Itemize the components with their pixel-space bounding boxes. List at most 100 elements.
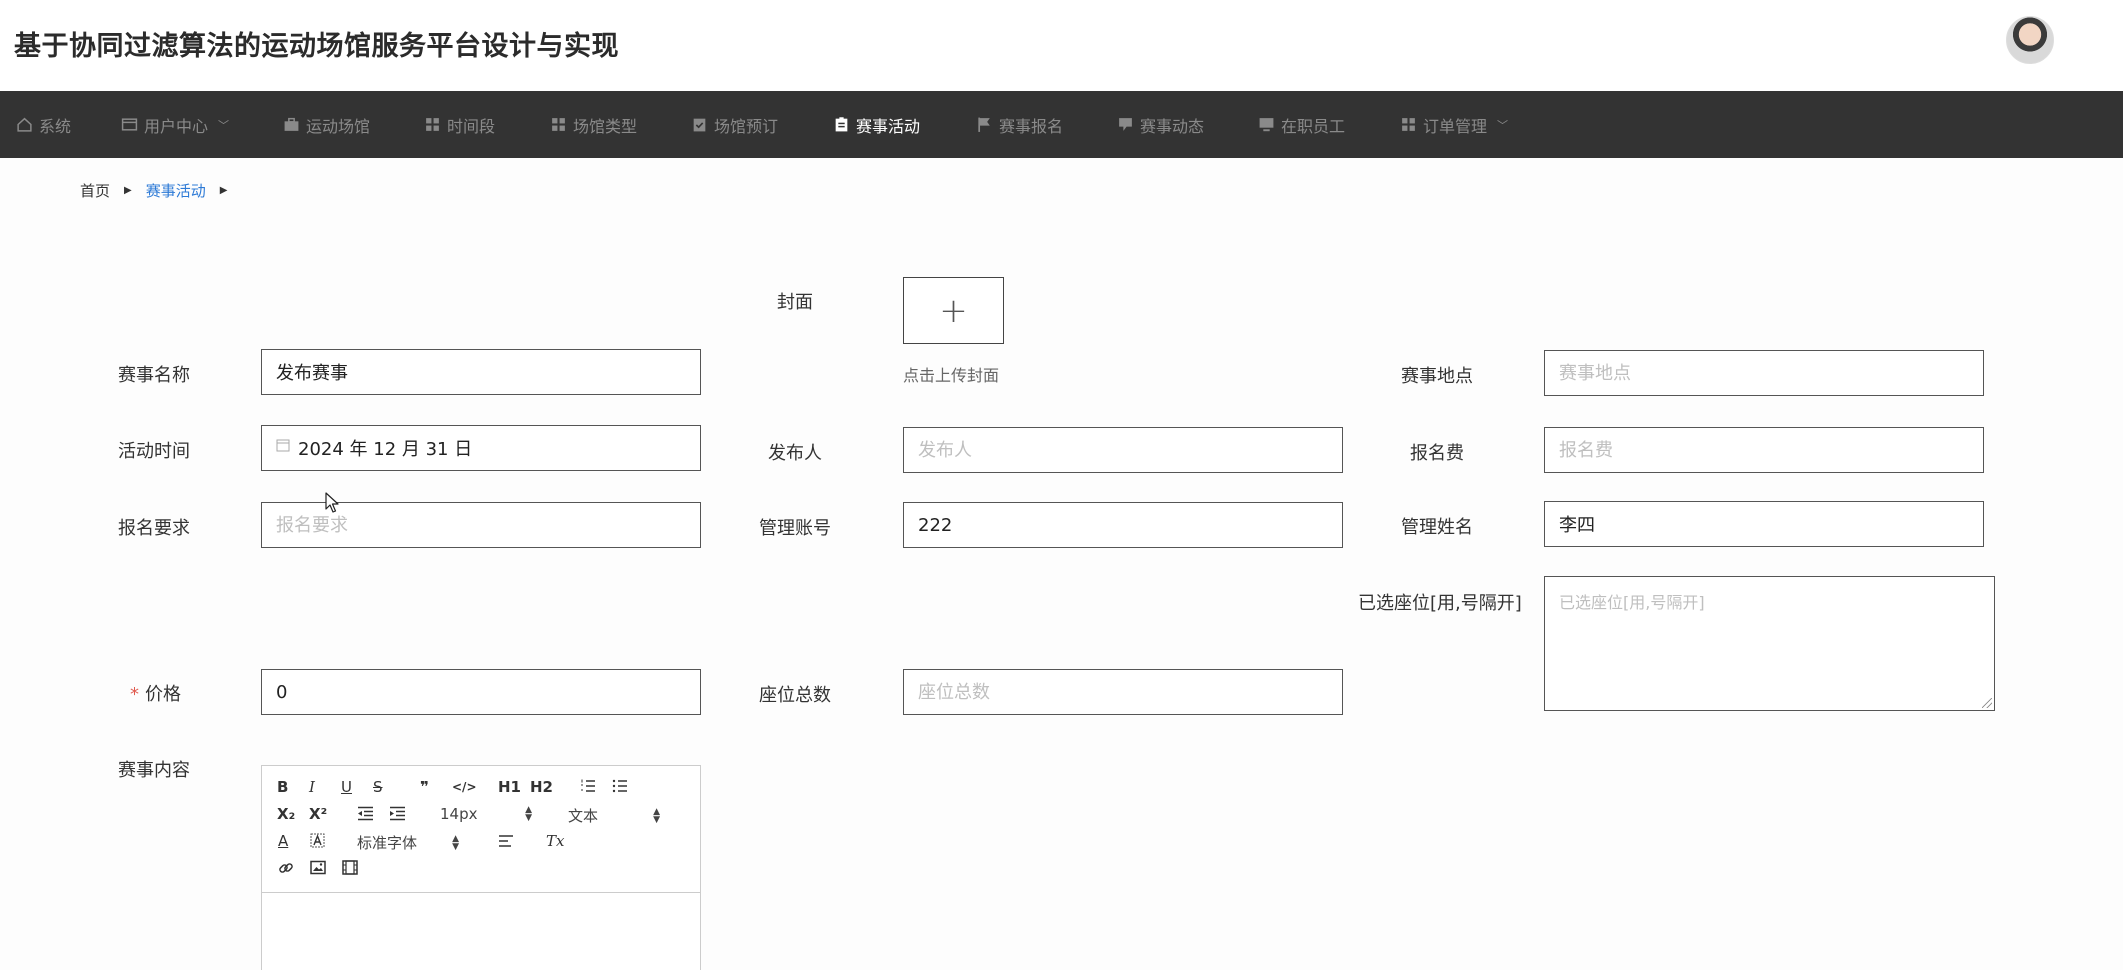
- breadcrumb-current[interactable]: 赛事活动: [146, 180, 206, 201]
- nav-label: 用户中心: [144, 116, 209, 136]
- user-card-icon: [121, 118, 138, 131]
- total-seats-input[interactable]: [918, 681, 1328, 703]
- font-family-value: 标准字体: [357, 834, 418, 852]
- nav-label: 订单管理: [1423, 116, 1488, 136]
- nav-item-event-registration[interactable]: 赛事报名: [976, 91, 1063, 158]
- image-icon: [310, 860, 326, 875]
- nav-item-user-center[interactable]: 用户中心 ﹀: [121, 91, 229, 158]
- grid-icon: [552, 118, 565, 131]
- editor-toolbar: B I U S ❞ </> H1 H2 X₂ X² 14px ▲ ▼ 文本 ▲ ▼: [262, 766, 700, 893]
- event-name-input[interactable]: [276, 361, 686, 383]
- video-icon: [342, 860, 358, 875]
- briefcase-icon: [284, 117, 299, 131]
- event-location-field[interactable]: [1544, 350, 1984, 396]
- nav-item-events[interactable]: 赛事活动: [833, 91, 920, 158]
- subscript-button[interactable]: X₂: [277, 805, 295, 823]
- nav-item-staff[interactable]: 在职员工: [1258, 91, 1345, 158]
- background-color-button[interactable]: [310, 833, 325, 848]
- admin-name-input[interactable]: [1559, 513, 1969, 535]
- nav-item-order-management[interactable]: 订单管理 ﹀: [1400, 91, 1508, 158]
- breadcrumb-home[interactable]: 首页: [80, 180, 110, 201]
- registration-fee-input[interactable]: [1559, 439, 1969, 461]
- total-seats-label: 座位总数: [759, 685, 831, 706]
- admin-account-input[interactable]: [918, 514, 1328, 536]
- publisher-label: 发布人: [768, 443, 822, 464]
- chevron-down-icon: ﹀: [1497, 118, 1509, 132]
- video-button[interactable]: [342, 860, 358, 875]
- select-arrows-icon: ▲ ▼: [525, 805, 532, 823]
- blockquote-button[interactable]: ❞: [420, 778, 429, 796]
- price-field[interactable]: [261, 669, 701, 715]
- chevron-down-icon: ﹀: [218, 118, 230, 132]
- cover-label: 封面: [777, 292, 813, 313]
- site-title: 基于协同过滤算法的运动场馆服务平台设计与实现: [14, 31, 619, 62]
- registration-fee-field[interactable]: [1544, 427, 1984, 473]
- user-avatar[interactable]: [2006, 16, 2054, 64]
- nav-item-event-news[interactable]: 赛事动态: [1117, 91, 1204, 158]
- nav-item-venue-types[interactable]: 场馆类型: [550, 91, 637, 158]
- price-input[interactable]: [276, 681, 686, 703]
- link-icon: [279, 863, 293, 873]
- image-button[interactable]: [310, 860, 326, 875]
- underline-button[interactable]: U: [341, 778, 352, 796]
- nav-label: 系统: [39, 116, 72, 136]
- nav-item-time-slots[interactable]: 时间段: [424, 91, 495, 158]
- breadcrumb: 首页 ▶ 赛事活动 ▶: [80, 180, 241, 201]
- nav-label: 赛事活动: [856, 116, 921, 136]
- resize-handle[interactable]: [1982, 698, 1992, 708]
- publisher-input[interactable]: [918, 439, 1328, 461]
- calendar-icon: [276, 439, 290, 452]
- text-color-button[interactable]: A: [278, 832, 288, 850]
- grid-icon: [1402, 118, 1415, 131]
- app-header: 基于协同过滤算法的运动场馆服务平台设计与实现: [0, 0, 2123, 91]
- publisher-field[interactable]: [903, 427, 1343, 473]
- selected-seats-label: 已选座位[用,号隔开]: [1358, 593, 1522, 614]
- editor-content-area[interactable]: [262, 893, 700, 970]
- event-name-field[interactable]: [261, 349, 701, 395]
- header-1-button[interactable]: H1: [498, 778, 521, 796]
- nav-item-sports-venues[interactable]: 运动场馆: [283, 91, 370, 158]
- font-family-select[interactable]: 标准字体 ▲ ▼: [357, 832, 459, 853]
- cover-upload-button[interactable]: +: [903, 277, 1004, 344]
- font-size-select[interactable]: 14px ▲ ▼: [440, 805, 532, 823]
- nav-label: 场馆预订: [714, 116, 779, 136]
- clean-format-button[interactable]: Tx: [546, 832, 564, 850]
- selected-seats-textarea[interactable]: [1559, 589, 1980, 698]
- nav-item-system[interactable]: 系统: [16, 91, 71, 158]
- italic-button[interactable]: I: [309, 778, 315, 796]
- total-seats-field[interactable]: [903, 669, 1343, 715]
- admin-account-field[interactable]: [903, 502, 1343, 548]
- selected-seats-field[interactable]: [1544, 576, 1995, 711]
- flag-icon: [978, 117, 990, 132]
- ordered-list-button[interactable]: [580, 778, 596, 794]
- align-button[interactable]: [498, 834, 514, 848]
- header-2-button[interactable]: H2: [530, 778, 553, 796]
- event-location-label: 赛事地点: [1401, 366, 1473, 387]
- mouse-cursor-icon: [325, 492, 339, 513]
- bullet-list-button[interactable]: [612, 778, 628, 794]
- activity-time-field[interactable]: 2024 年 12 月 31 日: [261, 425, 701, 471]
- block-type-select[interactable]: 文本 ▲ ▼: [568, 805, 660, 826]
- block-type-value: 文本: [568, 807, 599, 825]
- indent-button[interactable]: [389, 806, 406, 821]
- superscript-button[interactable]: X²: [309, 805, 327, 823]
- registration-requirements-input[interactable]: [276, 514, 686, 536]
- activity-time-value: 2024 年 12 月 31 日: [298, 439, 473, 460]
- outdent-icon: [358, 806, 373, 821]
- outdent-button[interactable]: [357, 806, 374, 821]
- nav-item-venue-booking[interactable]: 场馆预订: [691, 91, 778, 158]
- admin-name-field[interactable]: [1544, 501, 1984, 547]
- registration-requirements-label: 报名要求: [118, 518, 190, 539]
- activity-time-label: 活动时间: [118, 441, 190, 462]
- select-arrows-icon: ▲ ▼: [653, 806, 660, 825]
- link-button[interactable]: [278, 860, 294, 876]
- background-color-icon: [310, 833, 325, 848]
- strike-button[interactable]: S: [373, 778, 383, 796]
- event-location-input[interactable]: [1559, 362, 1969, 384]
- nav-label: 场馆类型: [573, 116, 638, 136]
- select-arrows-icon: ▲ ▼: [452, 833, 459, 852]
- chevron-right-icon: ▶: [124, 185, 132, 196]
- align-left-icon: [499, 835, 513, 847]
- code-block-button[interactable]: </>: [452, 780, 477, 794]
- bold-button[interactable]: B: [277, 778, 288, 796]
